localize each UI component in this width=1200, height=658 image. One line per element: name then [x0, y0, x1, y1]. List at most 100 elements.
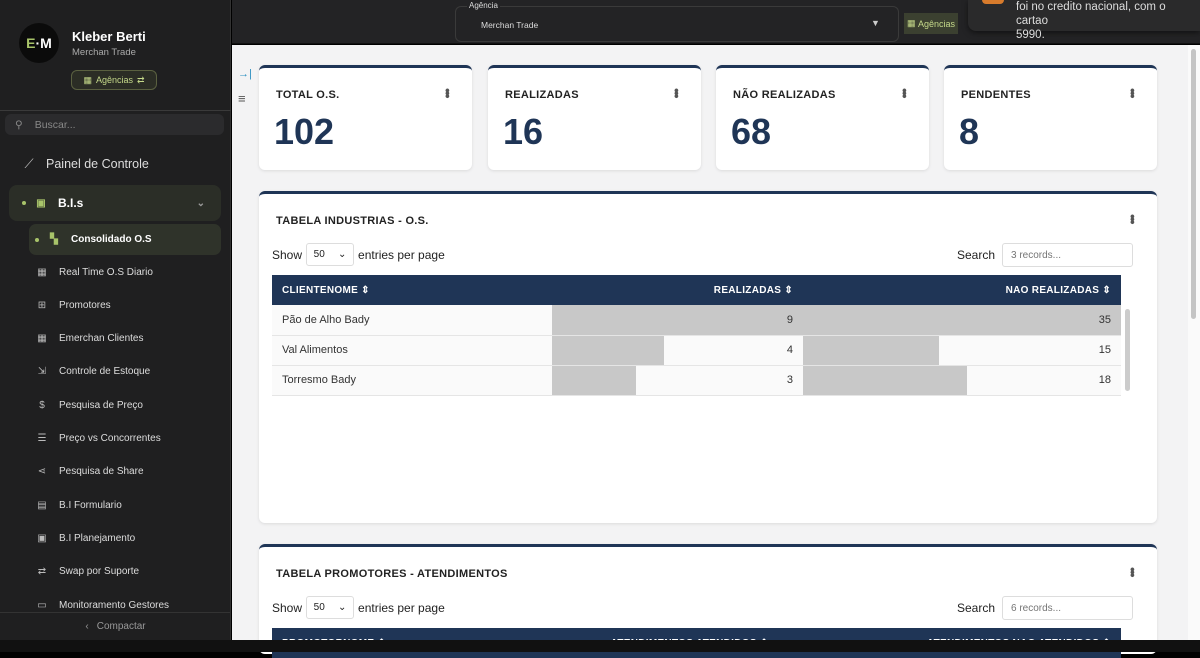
table-row[interactable]: Torresmo Bady 3 18	[272, 365, 1121, 395]
building-icon: ▦	[83, 75, 92, 86]
sidebar-item[interactable]: ☰Preço vs Concorrentes	[0, 431, 231, 447]
calendar-icon: ▣	[35, 533, 49, 544]
sidebar-item[interactable]: ▦Emerchan Clientes	[0, 331, 231, 347]
data-bar	[803, 336, 939, 365]
sidebar-item-bis[interactable]: ▣B.I.s⌄	[9, 185, 221, 221]
kpi-value: 8	[959, 111, 979, 153]
cell-name: Pão de Alho Bady	[272, 305, 552, 335]
kpi-title: TOTAL O.S.	[276, 89, 340, 101]
table-row[interactable]: Val Alimentos 4 15	[272, 335, 1121, 365]
column-header[interactable]: NAO REALIZADAS ⇕	[803, 275, 1121, 305]
more-menu-icon[interactable]: •••	[897, 88, 913, 97]
table-title: TABELA INDUSTRIAS - O.S.	[276, 215, 429, 227]
sidebar-item-painel[interactable]: ⟋Painel de Controle	[0, 153, 231, 175]
kpi-card: TOTAL O.S. ••• 102	[259, 65, 472, 170]
kpi-title: NÃO REALIZADAS	[733, 89, 836, 101]
table-scrollbar[interactable]	[1125, 309, 1130, 391]
divider	[0, 110, 231, 111]
sidebar-item[interactable]: ⋖Pesquisa de Share	[0, 464, 231, 480]
kpi-value: 16	[503, 111, 543, 153]
agencias-top-button[interactable]: ▦ Agências	[904, 13, 958, 34]
chevron-down-icon: ⌄	[338, 602, 346, 613]
agencia-value: Merchan Trade	[481, 20, 538, 30]
cell-name: Val Alimentos	[272, 335, 552, 365]
monitor-icon: ▭	[35, 600, 49, 611]
kpi-title: PENDENTES	[961, 89, 1031, 101]
industrias-table: CLIENTENOME ⇕REALIZADAS ⇕NAO REALIZADAS …	[272, 275, 1121, 396]
kpi-card: REALIZADAS ••• 16	[488, 65, 701, 170]
notification-toast[interactable]: foi no credito nacional, com o cartao599…	[968, 0, 1200, 31]
chevron-down-icon: ⌄	[197, 198, 205, 209]
table-search-input[interactable]	[1002, 243, 1133, 267]
form-icon: ▤	[35, 500, 49, 511]
sidebar-item[interactable]: ⇄Swap por Suporte	[0, 564, 231, 580]
cell-realizadas: 4	[552, 335, 803, 365]
sidebar-item[interactable]: ▣B.I Planejamento	[0, 530, 231, 546]
cell-nao-realizadas: 35	[803, 305, 1121, 335]
kpi-title: REALIZADAS	[505, 89, 579, 101]
share-icon: ⋖	[35, 466, 49, 477]
compact-button[interactable]: ‹Compactar	[0, 612, 231, 640]
column-header[interactable]: REALIZADAS ⇕	[552, 275, 803, 305]
expand-panel-icon[interactable]: →|	[238, 68, 252, 80]
sidebar-item[interactable]: ▭Monitoramento Gestores	[0, 597, 231, 613]
cell-name: Torresmo Bady	[272, 365, 552, 395]
sidebar-item[interactable]: ▦Real Time O.S Diario	[0, 264, 231, 280]
chart-icon: ▣	[34, 198, 48, 209]
kpi-value: 102	[274, 111, 334, 153]
cell-realizadas: 9	[552, 305, 803, 335]
data-bar	[803, 305, 1121, 335]
data-bar	[552, 366, 636, 395]
sidebar-search-input[interactable]: ⚲Buscar...	[5, 114, 224, 135]
entries-select[interactable]: 50⌄	[306, 243, 354, 266]
entries-select[interactable]: 50⌄	[306, 596, 354, 619]
sidebar-item[interactable]: ▤B.I Formulario	[0, 497, 231, 513]
search-icon: ⚲	[15, 119, 23, 131]
sidebar-item[interactable]: ⊞Promotores	[0, 297, 231, 313]
sparkle-chart-icon: ⟋	[22, 156, 36, 172]
dollar-icon: $	[35, 400, 49, 411]
search-control: Search	[957, 243, 1133, 267]
sidebar-item[interactable]: $Pesquisa de Preço	[0, 397, 231, 413]
bottom-bar	[0, 640, 1200, 652]
table-search-input[interactable]	[1002, 596, 1133, 620]
sidebar-item-consolidado[interactable]: ▚Consolidado O.S	[29, 224, 221, 255]
grid-icon: ▦	[35, 333, 49, 344]
table-row[interactable]: Pão de Alho Bady 9 35	[272, 305, 1121, 335]
entries-control: Show50⌄entries per page	[272, 243, 445, 266]
entries-control: Show50⌄entries per page	[272, 596, 445, 619]
table-title: TABELA PROMOTORES - ATENDIMENTOS	[276, 568, 508, 580]
chevron-left-icon: ‹	[85, 621, 88, 632]
kpi-card: PENDENTES ••• 8	[944, 65, 1157, 170]
dropdown-arrow-icon[interactable]: ▼	[871, 18, 880, 28]
more-menu-icon[interactable]: •••	[440, 88, 456, 97]
kpi-value: 68	[731, 111, 771, 153]
sidebar-item[interactable]: ⇲Controle de Estoque	[0, 364, 231, 380]
agencia-label: Agência	[467, 1, 500, 10]
building-icon: ▦	[907, 18, 916, 29]
user-name: Kleber Berti	[72, 29, 146, 44]
data-bar	[552, 336, 664, 365]
active-dot	[22, 201, 26, 205]
kpi-card: NÃO REALIZADAS ••• 68	[716, 65, 929, 170]
grid-icon: ▚	[47, 234, 61, 245]
agencias-button[interactable]: ▦Agências⇄	[71, 70, 157, 90]
grid-icon: ▦	[35, 267, 49, 278]
sidebar: E·M Kleber Berti Merchan Trade ▦Agências…	[0, 0, 231, 640]
user-org: Merchan Trade	[72, 47, 136, 58]
swap-icon: ⇄	[137, 75, 145, 86]
more-menu-icon[interactable]: •••	[669, 88, 685, 97]
more-menu-icon[interactable]: •••	[1125, 214, 1141, 223]
more-menu-icon[interactable]: •••	[1125, 88, 1141, 97]
cell-nao-realizadas: 15	[803, 335, 1121, 365]
page-scrollbar[interactable]	[1188, 45, 1200, 640]
data-bar	[803, 366, 967, 395]
chevron-down-icon: ⌄	[338, 249, 346, 260]
swap-icon: ⇄	[35, 566, 49, 577]
filter-icon[interactable]: ≡	[238, 91, 246, 106]
list-icon: ☰	[35, 433, 49, 444]
more-menu-icon[interactable]: •••	[1125, 567, 1141, 576]
logo: E·M	[19, 23, 59, 63]
table-promotores-card: TABELA PROMOTORES - ATENDIMENTOS ••• Sho…	[259, 544, 1157, 654]
column-header[interactable]: CLIENTENOME ⇕	[272, 275, 552, 305]
